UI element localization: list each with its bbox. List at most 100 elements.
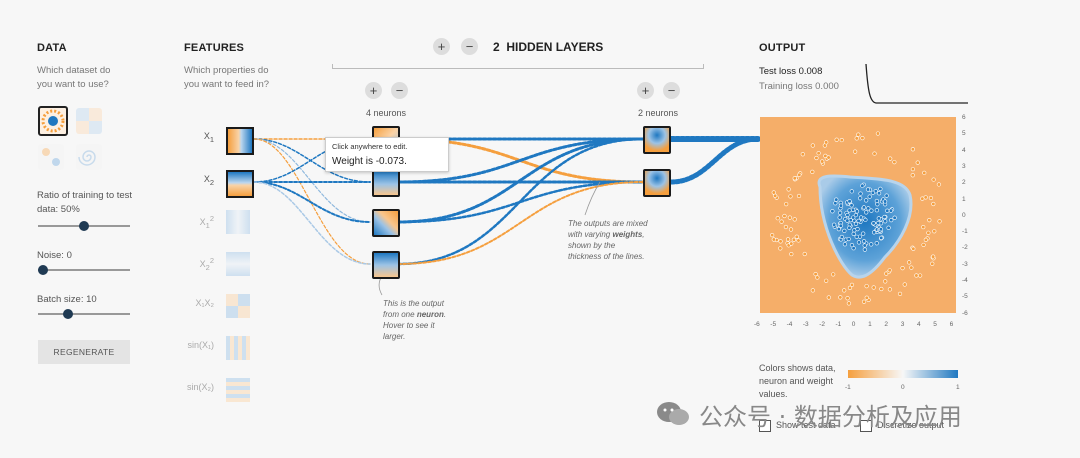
data-point-blue: [888, 208, 894, 213]
layer1-neuron-count: 4 neurons: [366, 108, 407, 118]
feature-node-x2[interactable]: [226, 170, 254, 198]
data-point-blue: [874, 198, 879, 204]
data-point-orange: [854, 136, 859, 141]
add-neuron-layer2-button[interactable]: +: [637, 82, 654, 99]
feature-node-x1-squared[interactable]: [226, 210, 250, 234]
data-point-blue: [889, 218, 894, 223]
data-point-blue: [856, 240, 862, 245]
data-point-blue: [849, 203, 854, 208]
remove-neuron-layer1-button[interactable]: −: [391, 82, 408, 99]
data-point-orange: [813, 271, 818, 277]
y-tick-label: -3: [962, 260, 968, 268]
data-point-blue: [892, 215, 897, 220]
feature-node-sin-x2[interactable]: [226, 378, 250, 402]
data-point-orange: [842, 288, 847, 293]
data-point-blue: [878, 186, 883, 191]
data-point-orange: [826, 295, 831, 300]
data-point-blue: [882, 214, 887, 220]
data-point-orange: [932, 229, 937, 234]
data-point-orange: [937, 219, 942, 224]
data-point-blue: [883, 219, 888, 224]
color-legend-bar: [848, 370, 958, 378]
data-point-orange: [911, 246, 916, 251]
feature-node-x1x2[interactable]: [226, 294, 250, 318]
data-point-orange: [910, 167, 915, 172]
data-point-orange: [831, 272, 836, 277]
neuron-l1-2[interactable]: [372, 169, 400, 197]
data-point-orange: [796, 238, 801, 243]
x-tick-label: -4: [786, 321, 793, 328]
connection-x2-n4: [253, 181, 371, 265]
data-point-blue: [861, 205, 867, 210]
data-point-blue: [849, 242, 855, 248]
data-point-blue: [854, 209, 860, 214]
data-point-blue: [862, 243, 867, 248]
data-point-blue: [864, 210, 869, 215]
data-point-orange: [921, 224, 926, 230]
data-point-orange: [782, 213, 787, 219]
data-point-orange: [789, 251, 794, 257]
data-point-orange: [931, 177, 936, 182]
data-point-blue: [836, 227, 841, 232]
data-point-blue: [834, 197, 839, 202]
legend-mid: 0: [901, 384, 905, 391]
data-point-blue: [862, 247, 867, 252]
data-point-orange: [824, 278, 829, 283]
data-point-orange: [915, 160, 920, 165]
data-point-orange: [791, 237, 796, 242]
output-heatmap[interactable]: [760, 117, 956, 313]
neuron-l1-4[interactable]: [372, 251, 400, 279]
data-point-orange: [800, 152, 805, 157]
data-point-orange: [845, 296, 850, 301]
feature-label-x2-squared: X22: [199, 256, 214, 272]
feature-label-sin-x2: sin(X₂): [187, 382, 214, 392]
data-point-blue: [832, 222, 837, 227]
data-point-orange: [834, 137, 839, 142]
neuron-l2-1[interactable]: [643, 126, 671, 154]
data-point-blue: [876, 216, 881, 221]
data-point-blue: [854, 234, 859, 239]
data-point-orange: [921, 242, 926, 248]
add-neuron-layer1-button[interactable]: +: [365, 82, 382, 99]
remove-neuron-layer2-button[interactable]: −: [663, 82, 680, 99]
data-point-orange: [771, 237, 776, 242]
data-point-orange: [926, 230, 931, 235]
data-point-blue: [858, 196, 863, 201]
data-point-orange: [931, 201, 936, 207]
data-point-orange: [810, 143, 815, 148]
wechat-icon: [657, 402, 689, 425]
data-point-orange: [784, 202, 789, 207]
data-point-orange: [788, 227, 794, 232]
weight-tooltip[interactable]: Click anywhere to edit. Weight is -0.073…: [325, 137, 449, 172]
data-point-orange: [872, 151, 877, 156]
data-point-blue: [847, 199, 852, 204]
data-point-blue: [833, 201, 838, 206]
x-tick-label: -5: [770, 321, 777, 328]
data-point-blue: [874, 208, 879, 213]
neuron-l1-3[interactable]: [372, 209, 400, 237]
data-point-orange: [888, 156, 893, 161]
training-loss: Training loss 0.000: [759, 81, 839, 92]
data-point-orange: [816, 151, 821, 156]
feature-node-sin-x1[interactable]: [226, 336, 250, 360]
remove-layer-button[interactable]: −: [461, 38, 478, 55]
data-point-orange: [864, 295, 869, 300]
neuron-l2-2[interactable]: [643, 169, 671, 197]
feature-node-x2-squared[interactable]: [226, 252, 250, 276]
data-point-orange: [914, 273, 919, 278]
add-layer-button[interactable]: +: [433, 38, 450, 55]
data-point-blue: [867, 194, 872, 199]
data-point-blue: [886, 225, 891, 230]
data-point-orange: [910, 173, 915, 178]
data-point-orange: [820, 159, 825, 164]
data-point-blue: [838, 210, 843, 215]
data-point-orange: [838, 295, 843, 300]
x-tick-label: 1: [868, 321, 872, 328]
x-tick-label: 2: [884, 321, 889, 328]
data-point-blue: [871, 230, 877, 235]
data-point-blue: [845, 218, 850, 223]
feature-node-x1[interactable]: [226, 127, 254, 155]
x-tick-label: 6: [949, 321, 954, 328]
data-point-blue: [845, 212, 850, 218]
data-point-orange: [783, 224, 789, 230]
